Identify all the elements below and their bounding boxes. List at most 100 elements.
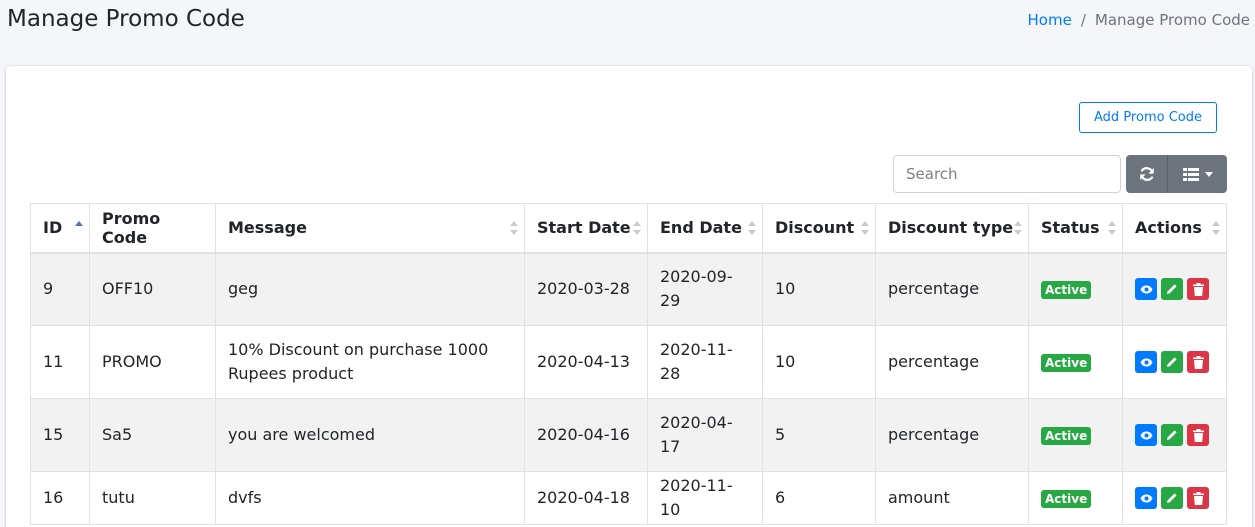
cell-discount: 10 — [762, 325, 876, 399]
add-promo-code-button[interactable]: Add Promo Code — [1079, 102, 1217, 133]
cell-discount-type: percentage — [875, 252, 1029, 326]
chevron-down-icon — [1204, 171, 1213, 177]
column-header-promo-code[interactable]: Promo Code — [89, 203, 216, 254]
column-header-message[interactable]: Message — [215, 203, 525, 254]
table-row: 15 Sa5 you are welcomed 2020-04-16 2020-… — [30, 398, 1227, 472]
delete-button[interactable] — [1187, 351, 1209, 373]
column-header-label: ID — [43, 218, 63, 238]
pencil-icon — [1167, 430, 1177, 440]
cell-id: 9 — [30, 252, 90, 326]
cell-message: dvfs — [215, 471, 525, 525]
table-header-row: ID Promo Code Message Start Date End Dat… — [30, 203, 1227, 254]
cell-discount-type: percentage — [875, 325, 1029, 399]
column-header-discount-type[interactable]: Discount type — [875, 203, 1029, 254]
table-row: 9 OFF10 geg 2020-03-28 2020-09-29 10 per… — [30, 252, 1227, 326]
cell-start-date: 2020-04-18 — [524, 471, 648, 525]
cell-end-date: 2020-11-10 — [647, 471, 763, 525]
sort-icon — [1014, 220, 1022, 235]
delete-button[interactable] — [1187, 424, 1209, 446]
cell-actions — [1122, 398, 1227, 472]
page-title: Manage Promo Code — [7, 6, 245, 32]
refresh-button[interactable] — [1126, 155, 1168, 193]
cell-id: 11 — [30, 325, 90, 399]
cell-status: Active — [1028, 252, 1123, 326]
cell-start-date: 2020-04-13 — [524, 325, 648, 399]
sort-asc-icon — [75, 220, 83, 235]
cell-discount: 10 — [762, 252, 876, 326]
promo-code-table: ID Promo Code Message Start Date End Dat… — [30, 203, 1227, 525]
edit-button[interactable] — [1161, 487, 1183, 509]
cell-id: 16 — [30, 471, 90, 525]
columns-toggle-button[interactable] — [1168, 155, 1227, 193]
cell-actions — [1122, 252, 1227, 326]
view-button[interactable] — [1135, 351, 1157, 373]
cell-discount: 5 — [762, 398, 876, 472]
column-header-discount[interactable]: Discount — [762, 203, 876, 254]
delete-button[interactable] — [1187, 278, 1209, 301]
column-header-label: Message — [228, 218, 307, 238]
cell-status: Active — [1028, 325, 1123, 399]
cell-end-date: 2020-09-29 — [647, 252, 763, 326]
cell-discount-type: amount — [875, 471, 1029, 525]
view-button[interactable] — [1135, 278, 1157, 301]
cell-end-date: 2020-04-17 — [647, 398, 763, 472]
eye-icon — [1140, 494, 1152, 502]
column-header-start-date[interactable]: Start Date — [524, 203, 648, 254]
sort-icon — [1212, 220, 1220, 235]
sort-icon — [510, 220, 518, 235]
column-header-label: End Date — [660, 218, 742, 238]
trash-icon — [1192, 282, 1204, 296]
edit-button[interactable] — [1161, 278, 1183, 301]
eye-icon — [1140, 358, 1152, 366]
cell-promo-code: PROMO — [89, 325, 216, 399]
cell-end-date: 2020-11-28 — [647, 325, 763, 399]
cell-promo-code: Sa5 — [89, 398, 216, 472]
status-badge: Active — [1041, 490, 1092, 508]
pencil-icon — [1167, 493, 1177, 503]
breadcrumb-current: Manage Promo Code — [1094, 11, 1250, 29]
column-header-label: Discount type — [888, 218, 1014, 238]
column-header-label: Promo Code — [102, 208, 161, 247]
column-header-label: Actions — [1135, 218, 1202, 238]
column-header-status[interactable]: Status — [1028, 203, 1123, 254]
edit-button[interactable] — [1161, 351, 1183, 373]
eye-icon — [1140, 431, 1152, 439]
status-badge: Active — [1041, 427, 1092, 445]
column-header-end-date[interactable]: End Date — [647, 203, 763, 254]
table-row: 11 PROMO 10% Discount on purchase 1000 R… — [30, 325, 1227, 399]
breadcrumb-home-link[interactable]: Home — [1028, 11, 1072, 29]
sort-icon — [861, 220, 869, 235]
refresh-icon — [1139, 167, 1154, 181]
cell-discount-type: percentage — [875, 398, 1029, 472]
cell-discount: 6 — [762, 471, 876, 525]
view-button[interactable] — [1135, 424, 1157, 446]
delete-button[interactable] — [1187, 487, 1209, 509]
cell-start-date: 2020-03-28 — [524, 252, 648, 326]
sort-icon — [633, 220, 641, 235]
edit-button[interactable] — [1161, 424, 1183, 446]
trash-icon — [1192, 355, 1204, 369]
cell-actions — [1122, 471, 1227, 525]
column-header-label: Discount — [775, 218, 855, 238]
trash-icon — [1192, 428, 1204, 442]
cell-status: Active — [1028, 398, 1123, 472]
cell-message: geg — [215, 252, 525, 326]
cell-start-date: 2020-04-16 — [524, 398, 648, 472]
cell-actions — [1122, 325, 1227, 399]
status-badge: Active — [1041, 281, 1092, 300]
view-button[interactable] — [1135, 487, 1157, 509]
table-toolbar — [1126, 155, 1227, 193]
status-badge: Active — [1041, 354, 1092, 372]
pencil-icon — [1167, 357, 1177, 367]
column-header-actions[interactable]: Actions — [1122, 203, 1227, 254]
cell-id: 15 — [30, 398, 90, 472]
search-input[interactable] — [893, 155, 1121, 193]
table-row: 16 tutu dvfs 2020-04-18 2020-11-10 6 amo… — [30, 471, 1227, 525]
columns-icon — [1182, 167, 1199, 181]
cell-message: you are welcomed — [215, 398, 525, 472]
column-header-id[interactable]: ID — [30, 203, 90, 254]
cell-status: Active — [1028, 471, 1123, 525]
pencil-icon — [1167, 284, 1177, 295]
cell-message: 10% Discount on purchase 1000 Rupees pro… — [215, 325, 525, 399]
sort-icon — [748, 220, 756, 235]
